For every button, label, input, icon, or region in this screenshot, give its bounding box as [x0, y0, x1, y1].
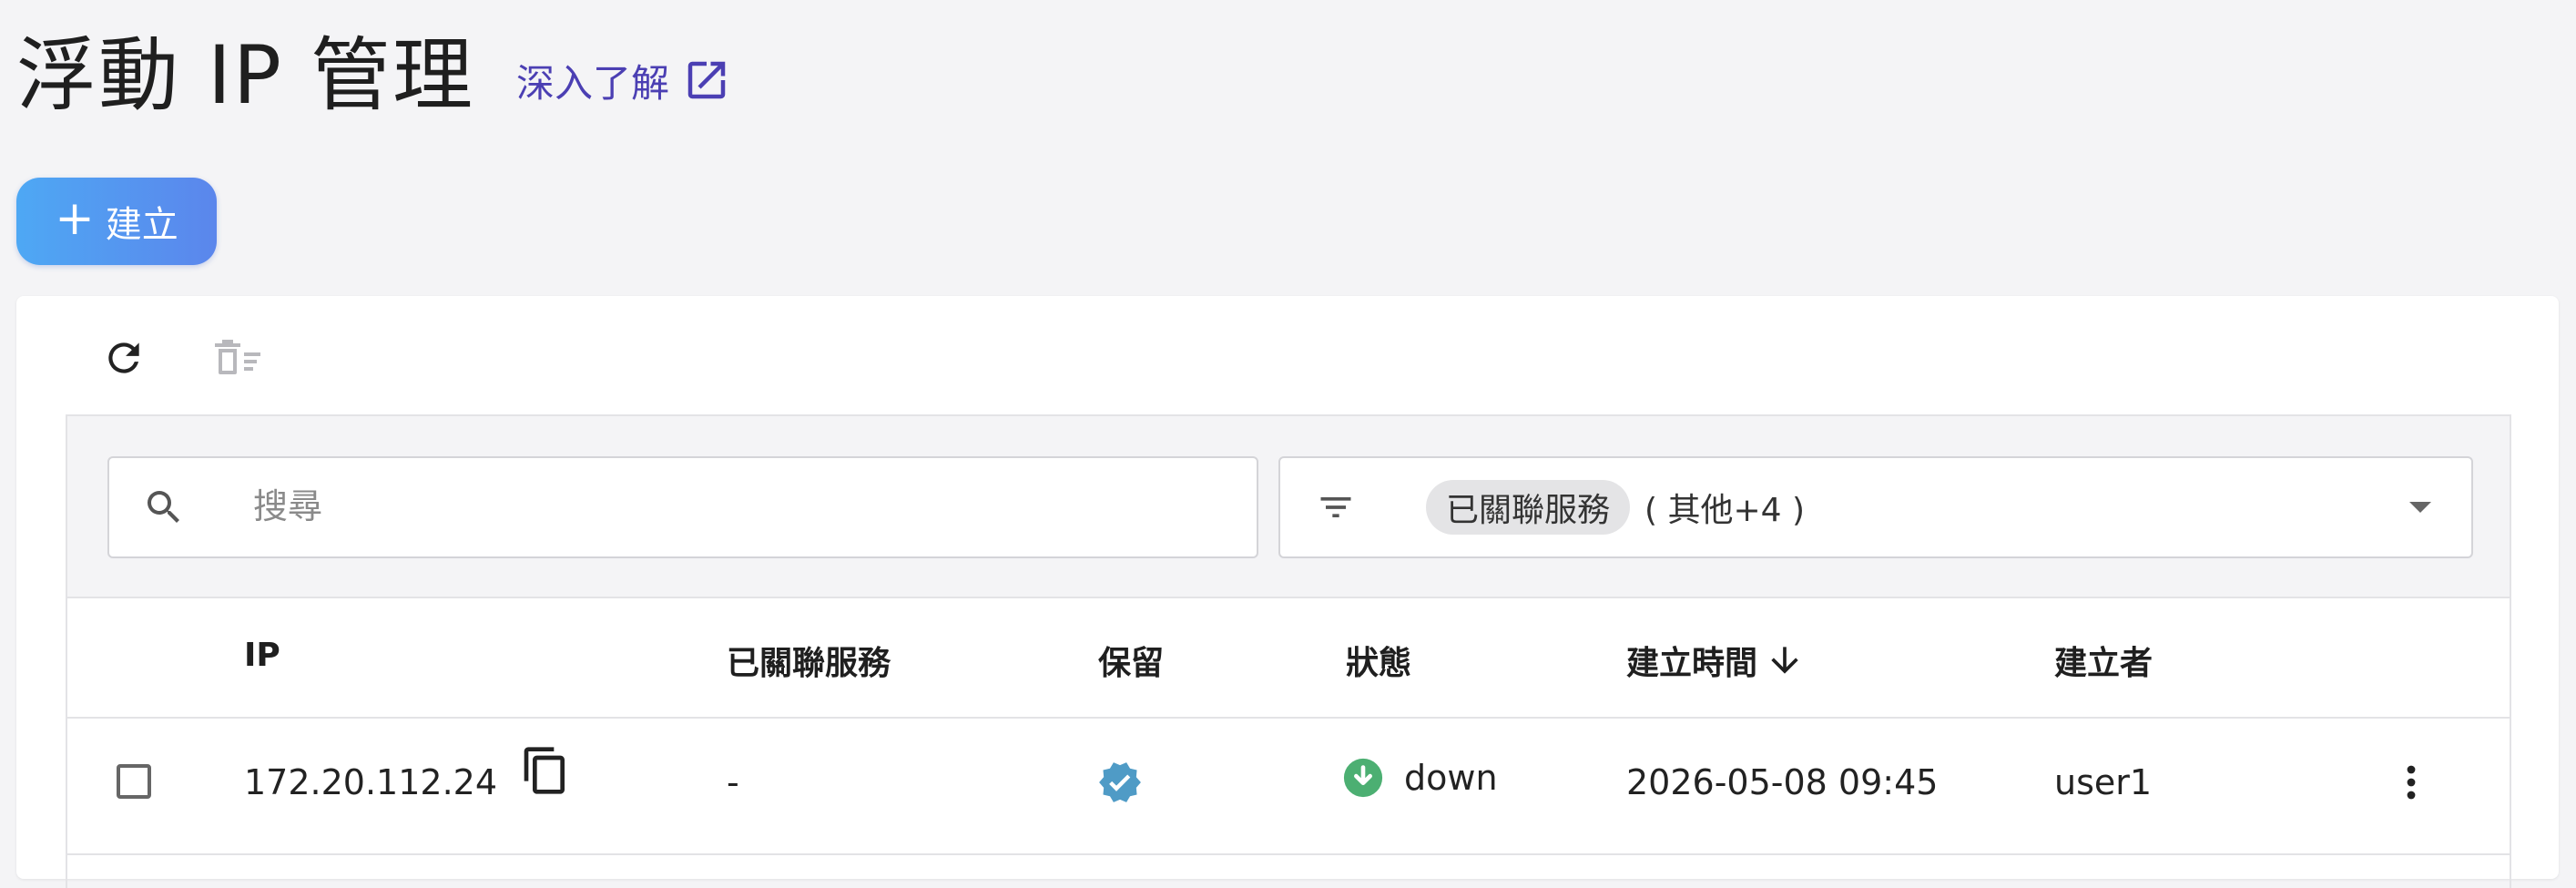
- row-created-at: 2026-05-08 09:45: [1626, 762, 1939, 802]
- refresh-icon: [108, 342, 139, 373]
- column-created-at-label: 建立時間: [1626, 645, 1758, 682]
- row-ip: 172.20.112.24: [244, 762, 498, 802]
- create-button-label: 建立: [105, 204, 178, 246]
- floating-ip-table: IP 已關聯服務 保留 狀態 建立時間 建立者 172.20.112.24 -: [66, 597, 2511, 888]
- column-created-at[interactable]: 建立時間: [1626, 637, 1805, 684]
- reserved-badge: [1096, 759, 1144, 806]
- search-box[interactable]: [107, 456, 1258, 558]
- row-associated-service: -: [727, 762, 739, 802]
- search-input[interactable]: [251, 478, 1238, 535]
- arrow-down-circle-icon: [1343, 758, 1383, 798]
- row-status-label: down: [1404, 758, 1498, 798]
- external-link-icon: [687, 61, 726, 99]
- learn-more-label: 深入了解: [515, 60, 669, 106]
- column-reserved[interactable]: 保留: [1098, 637, 1164, 684]
- verified-icon: [1099, 762, 1141, 802]
- copy-icon: [524, 747, 565, 794]
- column-ip[interactable]: IP: [244, 637, 280, 674]
- row-status: down: [1342, 757, 1498, 799]
- row-actions-button[interactable]: [2388, 757, 2435, 808]
- column-status[interactable]: 狀態: [1346, 637, 1411, 684]
- copy-ip-button[interactable]: [517, 742, 574, 799]
- more-filters-label: ( 其他+4 ): [1644, 492, 1806, 529]
- learn-more-link[interactable]: 深入了解: [516, 53, 731, 108]
- create-button[interactable]: + 建立: [16, 178, 217, 265]
- row-checkbox[interactable]: [117, 764, 151, 799]
- search-icon: [148, 491, 179, 523]
- column-associated-service[interactable]: 已關聯服務: [727, 637, 891, 684]
- batch-delete-button[interactable]: [213, 332, 264, 383]
- table-row: 172.20.112.24 - down 2026-05-08 09:45 us…: [67, 717, 2510, 855]
- delete-icon: [215, 340, 260, 374]
- table-header: IP 已關聯服務 保留 狀態 建立時間 建立者: [67, 597, 2510, 719]
- filter-select[interactable]: 已關聯服務 ( 其他+4 ): [1278, 456, 2473, 558]
- plus-icon: +: [55, 191, 95, 246]
- floating-ip-card: 已關聯服務 ( 其他+4 ) IP 已關聯服務 保留 狀態 建立時間 建立者 1…: [16, 296, 2559, 888]
- row-creator: user1: [2054, 762, 2153, 802]
- filter-icon: [1320, 497, 1351, 517]
- more-vert-icon: [2407, 765, 2416, 800]
- title-row: 浮動 IP 管理 深入了解: [16, 26, 731, 126]
- refresh-button[interactable]: [98, 332, 149, 383]
- page-title: 浮動 IP 管理: [16, 28, 474, 122]
- chevron-down-icon[interactable]: [2409, 502, 2431, 513]
- sort-down-icon: [1771, 647, 1798, 674]
- filter-bar: 已關聯服務 ( 其他+4 ): [66, 414, 2511, 598]
- column-creator[interactable]: 建立者: [2054, 637, 2153, 684]
- active-filter-chip[interactable]: 已關聯服務: [1426, 480, 1631, 535]
